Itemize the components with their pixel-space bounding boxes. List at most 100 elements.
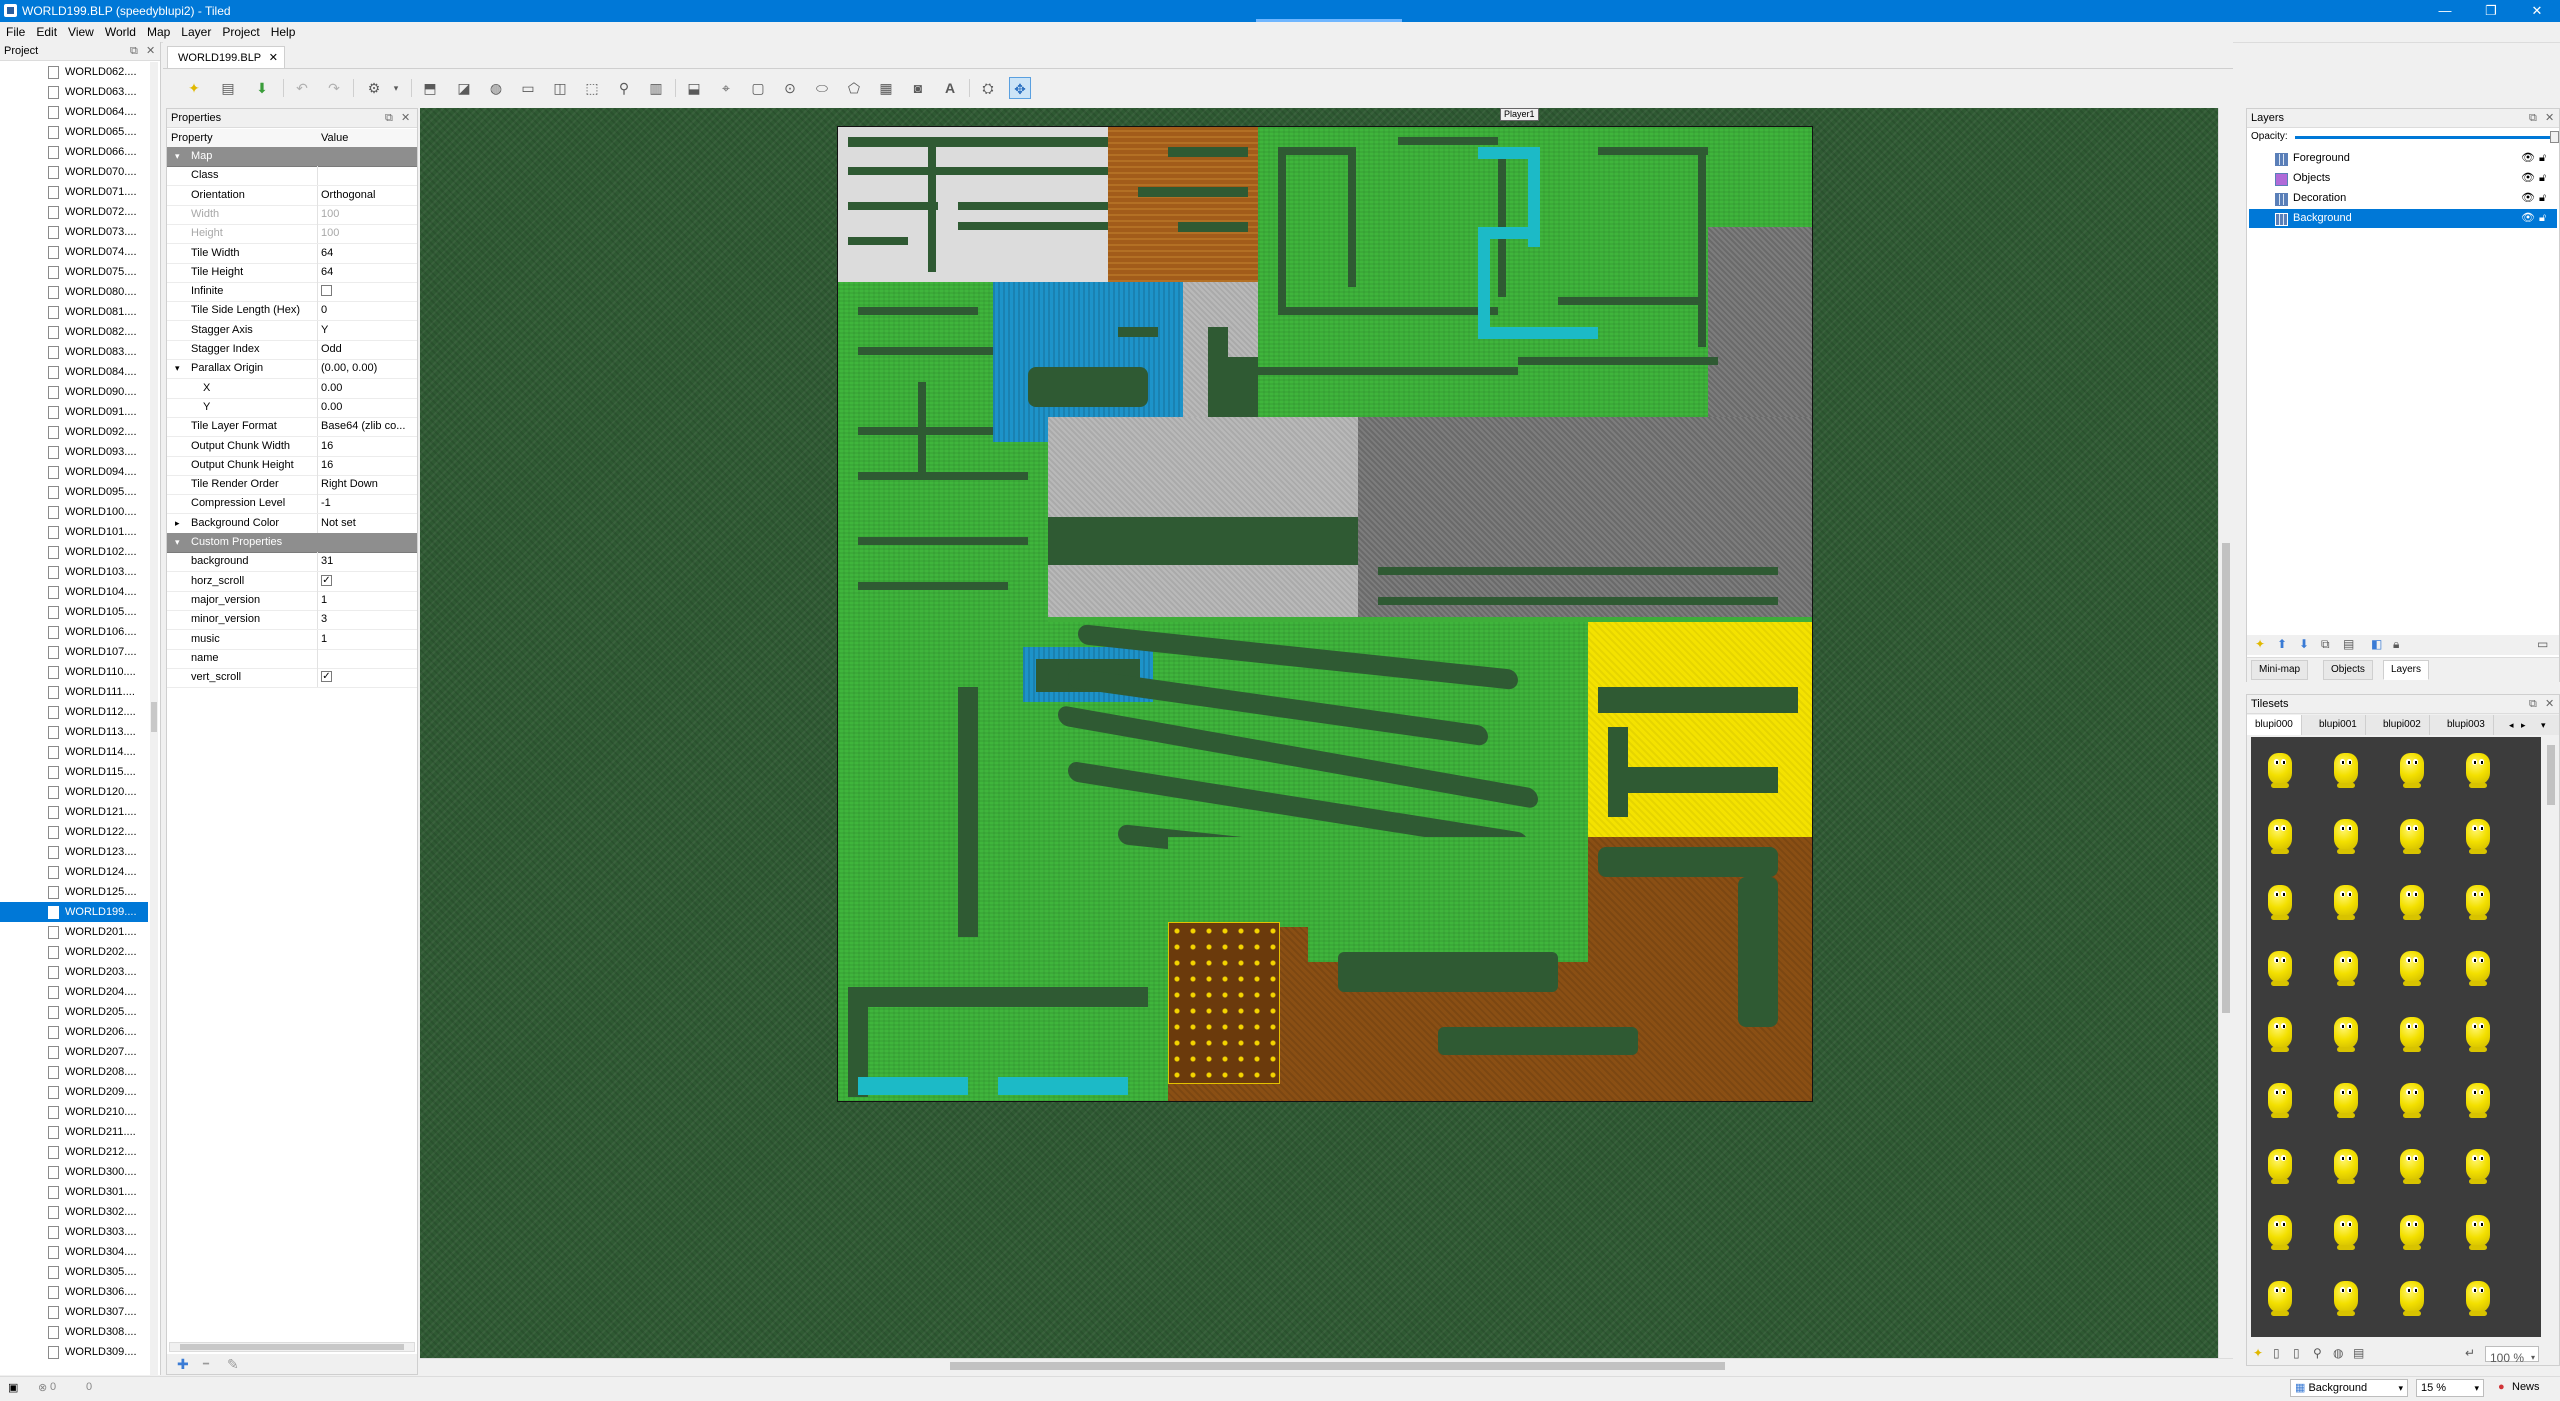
collapse-arrow-icon[interactable]: ▾	[175, 359, 180, 378]
menu-file[interactable]: File	[0, 22, 30, 39]
new-layer-icon[interactable]: ✦	[2255, 637, 2265, 651]
raise-layer-icon[interactable]: ⬆	[2277, 637, 2287, 651]
project-file-item[interactable]: WORLD104....	[0, 582, 148, 602]
tileset-vscroll-thumb[interactable]	[2547, 745, 2555, 805]
edit-polygons-icon[interactable]: ⌖	[715, 77, 737, 99]
property-row[interactable]: major_version 1	[167, 590, 417, 611]
property-row[interactable]: ▸ Background Color Not set	[167, 513, 417, 534]
project-file-item[interactable]: WORLD210....	[0, 1102, 148, 1122]
project-file-item[interactable]: WORLD106....	[0, 622, 148, 642]
news-link[interactable]: News	[2512, 1381, 2540, 1393]
visibility-eye-icon[interactable]: 👁︎	[2521, 149, 2535, 168]
world-tool-icon[interactable]: ⛭	[977, 77, 999, 99]
property-value[interactable]: 0	[321, 301, 413, 320]
menu-layer[interactable]: Layer	[175, 22, 216, 39]
float-panel-icon[interactable]: ⧉	[130, 42, 142, 60]
close-panel-icon[interactable]: ✕	[146, 42, 158, 60]
project-file-item[interactable]: WORLD307....	[0, 1302, 148, 1322]
lock-unlock-others-icon[interactable]: 🔒︎	[2393, 637, 2399, 652]
undo-icon[interactable]: ↶	[291, 77, 313, 99]
blupi-tile[interactable]	[2329, 1075, 2363, 1121]
layer-row[interactable]: Objects 👁︎ 🔓︎	[2249, 169, 2557, 188]
blupi-tile[interactable]	[2461, 1207, 2495, 1253]
select-objects-icon[interactable]: ⬓	[683, 77, 705, 99]
show-hide-others-icon[interactable]: ◧	[2371, 637, 2382, 651]
blupi-tile[interactable]	[2461, 943, 2495, 989]
save-icon[interactable]: ⬇	[251, 77, 273, 99]
remove-property-icon[interactable]: ━	[203, 1359, 209, 1370]
tab-scroll-left-icon[interactable]: ◂	[2509, 715, 2514, 735]
project-file-item[interactable]: WORLD112....	[0, 702, 148, 722]
blupi-tile[interactable]	[2329, 1207, 2363, 1253]
property-value[interactable]: 100	[321, 224, 413, 243]
properties-hscrollbar[interactable]	[169, 1342, 415, 1352]
project-file-item[interactable]: WORLD204....	[0, 982, 148, 1002]
property-row[interactable]: name	[167, 648, 417, 669]
layer-row[interactable]: Decoration 👁︎ 🔓︎	[2249, 189, 2557, 208]
new-map-icon[interactable]: ✦	[183, 77, 205, 99]
property-row[interactable]: ▾ Parallax Origin (0.00, 0.00)	[167, 359, 417, 380]
property-row[interactable]: Orientation Orthogonal	[167, 185, 417, 206]
project-file-item[interactable]: WORLD302....	[0, 1202, 148, 1222]
property-row[interactable]: Class	[167, 166, 417, 187]
blupi-tile[interactable]	[2395, 1273, 2429, 1319]
tileset-zoom-combo[interactable]: 100 % ▾	[2485, 1346, 2539, 1365]
project-file-item[interactable]: WORLD094....	[0, 462, 148, 482]
stamp-brush-icon[interactable]: ⬒	[419, 77, 441, 99]
collapse-arrow-icon[interactable]: ▾	[175, 533, 180, 552]
project-file-item[interactable]: WORLD066....	[0, 142, 148, 162]
blupi-tile[interactable]	[2461, 745, 2495, 791]
project-file-item[interactable]: WORLD124....	[0, 862, 148, 882]
layer-combo[interactable]: ▦ Background ▾	[2290, 1379, 2408, 1397]
property-row[interactable]: Tile Layer Format Base64 (zlib co...	[167, 417, 417, 438]
viewport-hscrollbar[interactable]	[420, 1358, 2233, 1373]
tab-world199[interactable]: WORLD199.BLP ✕	[167, 46, 285, 68]
visibility-eye-icon[interactable]: 👁︎	[2521, 169, 2535, 188]
blupi-tile[interactable]	[2263, 877, 2297, 923]
project-scroll-thumb[interactable]	[151, 702, 157, 732]
close-window-button[interactable]: ✕	[2514, 0, 2560, 22]
project-file-item[interactable]: WORLD301....	[0, 1182, 148, 1202]
property-row[interactable]: Compression Level -1	[167, 494, 417, 515]
property-row[interactable]: Stagger Axis Y	[167, 320, 417, 341]
property-value[interactable]: 31	[321, 552, 413, 571]
project-file-item[interactable]: WORLD110....	[0, 662, 148, 682]
insert-polygon-icon[interactable]: ⬠	[843, 77, 865, 99]
close-tab-icon[interactable]: ✕	[269, 47, 278, 69]
dynamic-wrapping-icon[interactable]: ↵	[2465, 1346, 2475, 1360]
blupi-tile[interactable]	[2263, 1273, 2297, 1319]
minimize-button[interactable]: —	[2422, 0, 2468, 22]
property-row[interactable]: Output Chunk Width 16	[167, 436, 417, 457]
maximize-button[interactable]: ❐	[2468, 0, 2514, 22]
blupi-tile[interactable]	[2395, 745, 2429, 791]
property-value[interactable]: 0.00	[321, 379, 413, 398]
blupi-tile[interactable]	[2461, 877, 2495, 923]
property-row[interactable]: minor_version 3	[167, 610, 417, 631]
project-file-item[interactable]: WORLD206....	[0, 1022, 148, 1042]
viewport-hscroll-thumb[interactable]	[950, 1362, 1725, 1370]
project-file-item[interactable]: WORLD072....	[0, 202, 148, 222]
project-file-item[interactable]: WORLD084....	[0, 362, 148, 382]
layer-menu-icon[interactable]: ▭	[2537, 637, 2548, 651]
layer-row[interactable]: Foreground 👁︎ 🔓︎	[2249, 149, 2557, 168]
property-value[interactable]: Odd	[321, 340, 413, 359]
property-group-row[interactable]: ▾ Map	[167, 147, 417, 167]
property-row[interactable]: music 1	[167, 629, 417, 650]
lower-layer-icon[interactable]: ⬇	[2299, 637, 2309, 651]
blupi-tile[interactable]	[2395, 877, 2429, 923]
project-file-item[interactable]: WORLD122....	[0, 822, 148, 842]
property-row[interactable]: Height 100	[167, 224, 417, 245]
property-value[interactable]: Not set	[321, 514, 413, 533]
shape-fill-icon[interactable]: ▭	[517, 77, 539, 99]
delete-layer-icon[interactable]: ▤	[2343, 637, 2354, 651]
opacity-slider[interactable]	[2295, 136, 2553, 139]
project-file-item[interactable]: WORLD063....	[0, 82, 148, 102]
project-file-item[interactable]: WORLD123....	[0, 842, 148, 862]
project-file-item[interactable]: WORLD207....	[0, 1042, 148, 1062]
property-value[interactable]: 64	[321, 263, 413, 282]
project-file-item[interactable]: WORLD100....	[0, 502, 148, 522]
tab-blupi003[interactable]: blupi003	[2439, 715, 2494, 735]
project-file-item[interactable]: WORLD107....	[0, 642, 148, 662]
property-value[interactable]: 16	[321, 437, 413, 456]
map-canvas[interactable]	[837, 126, 1813, 1102]
